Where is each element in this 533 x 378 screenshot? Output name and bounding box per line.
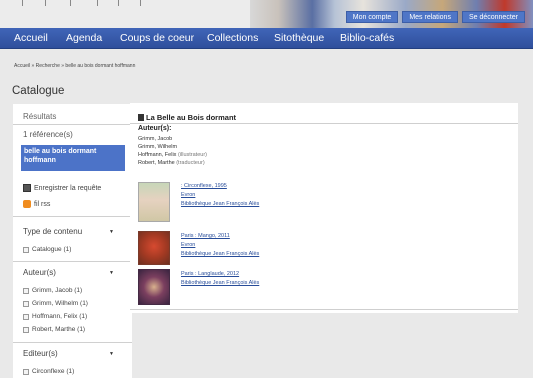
main-navigation: Accueil Agenda Coups de coeur Collection… <box>0 28 533 49</box>
author-name: Grimm, Jacob <box>138 136 173 142</box>
chevron-down-icon[interactable]: ▼ <box>109 270 114 276</box>
edition-location-link[interactable]: Evron <box>181 192 195 198</box>
facet-item[interactable]: Circonflexe (1) <box>23 368 74 375</box>
edition-library-link[interactable]: Bibliothèque Jean François Alès <box>181 280 259 286</box>
facet-item-label: Hoffmann, Felix (1) <box>32 313 88 320</box>
edition-location-link[interactable]: Evron <box>181 242 195 248</box>
logout-link[interactable]: Se déconnecter <box>461 11 525 23</box>
edition-publisher-link[interactable]: Paris : Mango, 2011 <box>181 233 230 239</box>
author-name: Hoffmann, Felix <box>138 152 177 158</box>
rss-icon <box>23 200 31 208</box>
user-links: Mon compte Mes relations Se déconnecter <box>345 11 525 23</box>
page-title: Catalogue <box>12 85 65 97</box>
checkbox[interactable] <box>23 287 29 294</box>
facet-item-label: Catalogue (1) <box>32 246 72 253</box>
breadcrumb[interactable]: Accueil » Recherche » belle au bois dorm… <box>14 63 135 69</box>
author-role: (illustrateur) <box>177 152 207 158</box>
book-cover[interactable] <box>138 269 170 305</box>
facet-item[interactable]: Catalogue (1) <box>23 246 71 253</box>
facet-heading-authors[interactable]: Auteur(s) <box>23 268 56 277</box>
chevron-down-icon[interactable]: ▼ <box>109 229 114 235</box>
facet-heading-type[interactable]: Type de contenu <box>23 227 82 236</box>
record-panel: La Belle au Bois dormant Auteur(s): Grim… <box>130 103 518 313</box>
authors-heading: Auteur(s): <box>138 125 172 132</box>
author-role: (traducteur) <box>176 160 205 166</box>
facet-item-label: Grimm, Jacob (1) <box>32 287 83 294</box>
book-cover[interactable] <box>138 182 170 222</box>
facet-item[interactable]: Grimm, Jacob (1) <box>23 287 82 294</box>
checkbox[interactable] <box>23 326 29 333</box>
record-title[interactable]: La Belle au Bois dormant <box>138 113 236 122</box>
author-item[interactable]: Hoffmann, Felix (illustrateur) <box>138 152 207 158</box>
facet-item[interactable]: Hoffmann, Felix (1) <box>23 313 87 320</box>
my-relations-link[interactable]: Mes relations <box>402 11 458 23</box>
facet-item[interactable]: Robert, Marthe (1) <box>23 326 85 333</box>
facet-item-label: Robert, Marthe (1) <box>32 326 86 333</box>
divider <box>130 309 518 310</box>
edition-library-link[interactable]: Bibliothèque Jean François Alès <box>181 251 259 257</box>
checkbox[interactable] <box>23 300 29 307</box>
checkbox[interactable] <box>23 368 29 375</box>
nav-item-collections[interactable]: Collections <box>207 33 258 44</box>
book-cover[interactable] <box>138 231 170 265</box>
save-query-label: Enregistrer la requête <box>34 184 102 192</box>
author-item[interactable]: Grimm, Jacob <box>138 136 172 142</box>
nav-item-coups-de-coeur[interactable]: Coups de coeur <box>120 33 194 44</box>
checkbox[interactable] <box>23 313 29 320</box>
save-query-button[interactable]: Enregistrer la requête <box>23 184 101 192</box>
edition-library-link[interactable]: Bibliothèque Jean François Alès <box>181 201 259 207</box>
chevron-down-icon[interactable]: ▼ <box>109 351 114 357</box>
nav-item-agenda[interactable]: Agenda <box>66 33 102 44</box>
author-item[interactable]: Robert, Marthe (traducteur) <box>138 160 205 166</box>
rss-label: fil rss <box>34 200 51 208</box>
current-query[interactable]: belle au bois dormant hoffmann <box>21 145 125 171</box>
results-heading: Résultats <box>23 112 57 121</box>
divider <box>130 123 518 124</box>
results-sidebar: Résultats 1 référence(s) belle au bois d… <box>13 104 132 378</box>
record-title-text: La Belle au Bois dormant <box>146 113 237 122</box>
divider <box>13 216 132 217</box>
author-item[interactable]: Grimm, Wilhelm <box>138 144 177 150</box>
facet-item-label: Grimm, Wilhelm (1) <box>32 300 88 307</box>
rss-link[interactable]: fil rss <box>23 200 50 208</box>
author-name: Grimm, Wilhelm <box>138 144 178 150</box>
nav-item-accueil[interactable]: Accueil <box>14 33 48 44</box>
facet-item[interactable]: Grimm, Wilhelm (1) <box>23 300 88 307</box>
edition-publisher-link[interactable]: : Circonflexe, 1995 <box>181 183 227 189</box>
my-account-link[interactable]: Mon compte <box>345 11 399 23</box>
header-decoration <box>0 0 250 10</box>
book-icon <box>138 114 144 121</box>
divider <box>13 124 132 125</box>
nav-item-biblio-cafes[interactable]: Biblio-cafés <box>340 33 394 44</box>
edition-publisher-link[interactable]: Paris : Langlaude, 2012 <box>181 271 239 277</box>
divider <box>13 261 132 262</box>
result-count: 1 référence(s) <box>23 130 73 139</box>
nav-item-sitotheque[interactable]: Sitothèque <box>274 33 324 44</box>
author-name: Robert, Marthe <box>138 160 175 166</box>
facet-item-label: Circonflexe (1) <box>32 368 75 375</box>
facet-heading-publishers[interactable]: Editeur(s) <box>23 349 58 358</box>
divider <box>13 342 132 343</box>
save-icon <box>23 184 31 192</box>
checkbox[interactable] <box>23 246 29 253</box>
